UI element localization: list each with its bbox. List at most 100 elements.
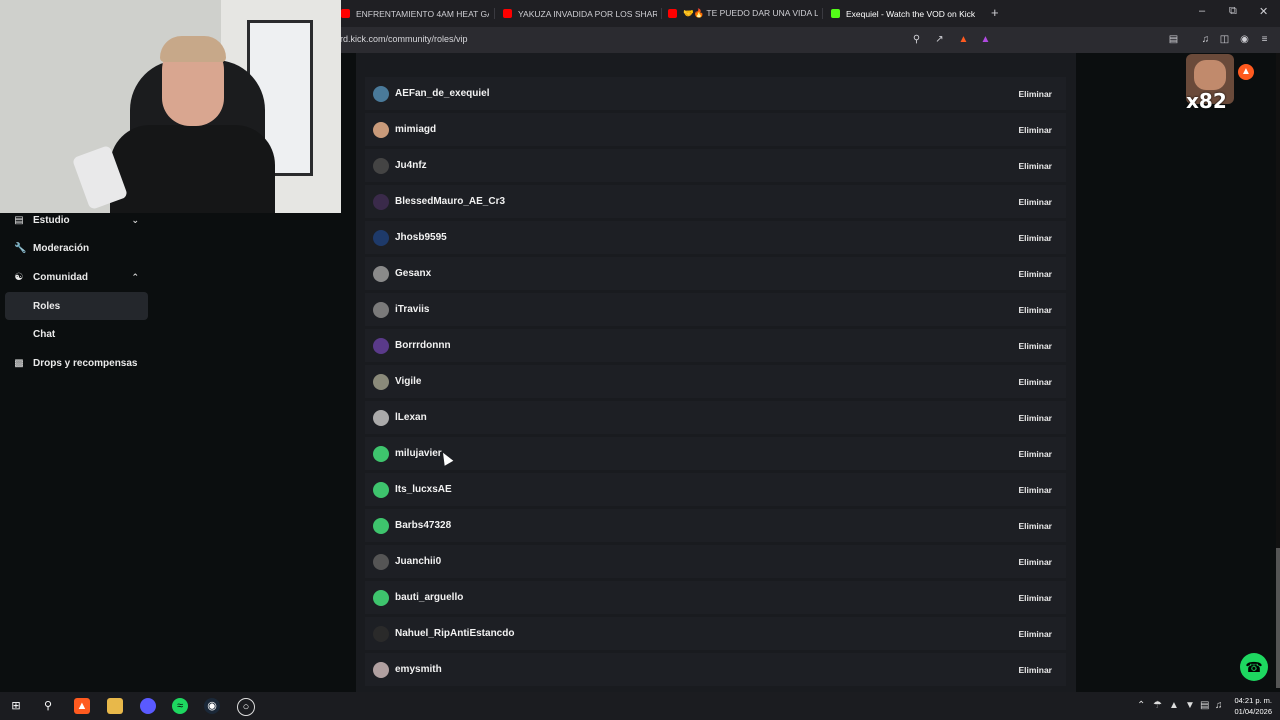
zoom-icon[interactable]: ⚲ bbox=[910, 33, 923, 46]
brave-icon[interactable]: ▲ bbox=[1238, 64, 1254, 80]
menu-icon[interactable]: ≡ bbox=[1258, 33, 1271, 46]
username[interactable]: Gesanx bbox=[395, 268, 431, 279]
user-avatar bbox=[373, 193, 389, 210]
remove-vip-button[interactable]: Eliminar bbox=[1018, 89, 1052, 99]
vpn-icon[interactable]: ◉ bbox=[1238, 33, 1251, 46]
remove-vip-button[interactable]: Eliminar bbox=[1018, 557, 1052, 567]
sidebar-toggle-icon[interactable]: ◫ bbox=[1218, 33, 1231, 46]
remove-vip-button[interactable]: Eliminar bbox=[1018, 413, 1052, 423]
remove-vip-button[interactable]: Eliminar bbox=[1018, 233, 1052, 243]
share-icon[interactable]: ↗ bbox=[933, 33, 946, 46]
creator-sidebar: ▤ Estudio ⌄ 🔧 Moderación ☯ Comunidad ⌃ R… bbox=[0, 213, 341, 688]
windows-start-icon[interactable]: ⊞ bbox=[8, 698, 24, 714]
vip-row: mimiagd Eliminar bbox=[365, 113, 1066, 149]
sidebar-item-chat[interactable]: Chat bbox=[5, 320, 148, 348]
youtube-icon bbox=[503, 9, 512, 18]
app-icon[interactable] bbox=[140, 698, 156, 714]
remove-vip-button[interactable]: Eliminar bbox=[1018, 377, 1052, 387]
tab-divider bbox=[661, 8, 662, 19]
media-icon[interactable]: ♫ bbox=[1199, 33, 1212, 46]
scrollbar-thumb[interactable] bbox=[1276, 548, 1280, 688]
username[interactable]: Ju4nfz bbox=[395, 160, 427, 171]
help-button[interactable]: ☎ bbox=[1240, 653, 1268, 681]
remove-vip-button[interactable]: Eliminar bbox=[1018, 593, 1052, 603]
vip-row: Juanchii0 Eliminar bbox=[365, 545, 1066, 581]
user-avatar bbox=[373, 337, 389, 354]
remove-vip-button[interactable]: Eliminar bbox=[1018, 161, 1052, 171]
username[interactable]: BlessedMauro_AE_Cr3 bbox=[395, 196, 505, 207]
steam-icon[interactable]: ◉ bbox=[204, 698, 220, 714]
network-icon[interactable]: ▤ bbox=[1200, 700, 1209, 711]
tab-divider bbox=[494, 8, 495, 19]
brave-icon[interactable]: ▲ bbox=[74, 698, 90, 714]
browser-tab[interactable]: 🤝🔥 TE PUEDO DAR UNA VIDA LLE bbox=[668, 0, 818, 27]
spotify-icon[interactable]: ≈ bbox=[172, 698, 188, 714]
url-field[interactable]: rd.kick.com/community/roles/vip bbox=[340, 34, 468, 44]
windows-taskbar: ⊞ ⚲ ▲ ≈ ◉ ○ ⌃ ☂ ▲ ▼ ▤ ♫ 04:21 p. m. 01/0… bbox=[0, 692, 1280, 720]
vip-row: AEFan_de_exequiel Eliminar bbox=[365, 77, 1066, 113]
sidebar-item-roles[interactable]: Roles bbox=[5, 292, 148, 320]
remove-vip-button[interactable]: Eliminar bbox=[1018, 341, 1052, 351]
browser-tab[interactable]: ENFRENTAMIENTO 4AM HEAT GANG bbox=[341, 0, 489, 27]
username[interactable]: AEFan_de_exequiel bbox=[395, 88, 489, 99]
volume-icon[interactable]: ♫ bbox=[1215, 700, 1223, 711]
brave-rewards-icon[interactable]: ▲ bbox=[979, 33, 992, 46]
sidebar-item-comunidad[interactable]: ☯ Comunidad ⌃ bbox=[5, 263, 148, 291]
username[interactable]: Its_lucxsAE bbox=[395, 484, 452, 495]
username[interactable]: mimiagd bbox=[395, 124, 436, 135]
tab-manager-icon[interactable]: ▤ bbox=[1167, 33, 1180, 46]
chevron-down-icon: ⌄ bbox=[131, 214, 139, 225]
remove-vip-button[interactable]: Eliminar bbox=[1018, 629, 1052, 639]
remove-vip-button[interactable]: Eliminar bbox=[1018, 485, 1052, 495]
drops-icon: ▩ bbox=[14, 357, 24, 369]
browser-tab[interactable]: YAKUZA INVADIDA POR LOS SHARKS bbox=[503, 0, 657, 27]
tab-divider bbox=[822, 8, 823, 19]
brave-shields-icon[interactable]: ▲ bbox=[957, 33, 970, 46]
username[interactable]: lLexan bbox=[395, 412, 427, 423]
wrench-icon: 🔧 bbox=[14, 242, 27, 254]
youtube-icon bbox=[668, 9, 677, 18]
clock-time: 04:21 p. m. bbox=[1234, 696, 1272, 705]
youtube-icon bbox=[341, 9, 350, 18]
sidebar-item-drops[interactable]: ▩ Drops y recompensas bbox=[5, 349, 148, 377]
vip-row: Its_lucxsAE Eliminar bbox=[365, 473, 1066, 509]
remove-vip-button[interactable]: Eliminar bbox=[1018, 305, 1052, 315]
username[interactable]: Juanchii0 bbox=[395, 556, 441, 567]
remove-vip-button[interactable]: Eliminar bbox=[1018, 269, 1052, 279]
minimize-button[interactable]: – bbox=[1199, 5, 1205, 17]
username[interactable]: Borrrdonnn bbox=[395, 340, 451, 351]
microphone-icon[interactable]: ▼ bbox=[1185, 700, 1195, 711]
username[interactable]: emysmith bbox=[395, 664, 442, 675]
clock-date: 01/04/2026 bbox=[1234, 707, 1272, 716]
tray-chevron-icon[interactable]: ⌃ bbox=[1137, 700, 1145, 711]
close-button[interactable]: ✕ bbox=[1259, 5, 1268, 18]
remove-vip-button[interactable]: Eliminar bbox=[1018, 125, 1052, 135]
browser-tab-active[interactable]: Exequiel - Watch the VOD on Kick bbox=[831, 0, 981, 27]
file-explorer-icon[interactable] bbox=[107, 698, 123, 714]
username[interactable]: Jhosb9595 bbox=[395, 232, 447, 243]
username[interactable]: Vigile bbox=[395, 376, 422, 387]
tray-app-icon[interactable]: ▲ bbox=[1169, 700, 1179, 711]
community-icon: ☯ bbox=[14, 271, 24, 283]
sidebar-item-moderacion[interactable]: 🔧 Moderación bbox=[5, 234, 148, 262]
remove-vip-button[interactable]: Eliminar bbox=[1018, 197, 1052, 207]
tray-app-icon[interactable]: ☂ bbox=[1153, 700, 1162, 711]
username[interactable]: Barbs47328 bbox=[395, 520, 451, 531]
username[interactable]: Nahuel_RipAntiEstancdo bbox=[395, 628, 514, 639]
new-tab-button[interactable]: + bbox=[991, 5, 999, 20]
search-icon[interactable]: ⚲ bbox=[40, 698, 56, 714]
system-clock[interactable]: 04:21 p. m. 01/04/2026 bbox=[1234, 695, 1272, 717]
remove-vip-button[interactable]: Eliminar bbox=[1018, 521, 1052, 531]
user-avatar bbox=[373, 517, 389, 534]
app-icon[interactable]: ○ bbox=[237, 698, 255, 716]
studio-icon: ▤ bbox=[14, 214, 24, 226]
remove-vip-button[interactable]: Eliminar bbox=[1018, 449, 1052, 459]
username[interactable]: iTraviis bbox=[395, 304, 429, 315]
chevron-up-icon: ⌃ bbox=[131, 271, 139, 282]
username[interactable]: milujavier bbox=[395, 448, 442, 459]
vip-row: Nahuel_RipAntiEstancdo Eliminar bbox=[365, 617, 1066, 653]
username[interactable]: bauti_arguello bbox=[395, 592, 463, 603]
remove-vip-button[interactable]: Eliminar bbox=[1018, 665, 1052, 675]
user-avatar bbox=[373, 409, 389, 426]
restore-button[interactable]: ⧉ bbox=[1229, 5, 1237, 18]
